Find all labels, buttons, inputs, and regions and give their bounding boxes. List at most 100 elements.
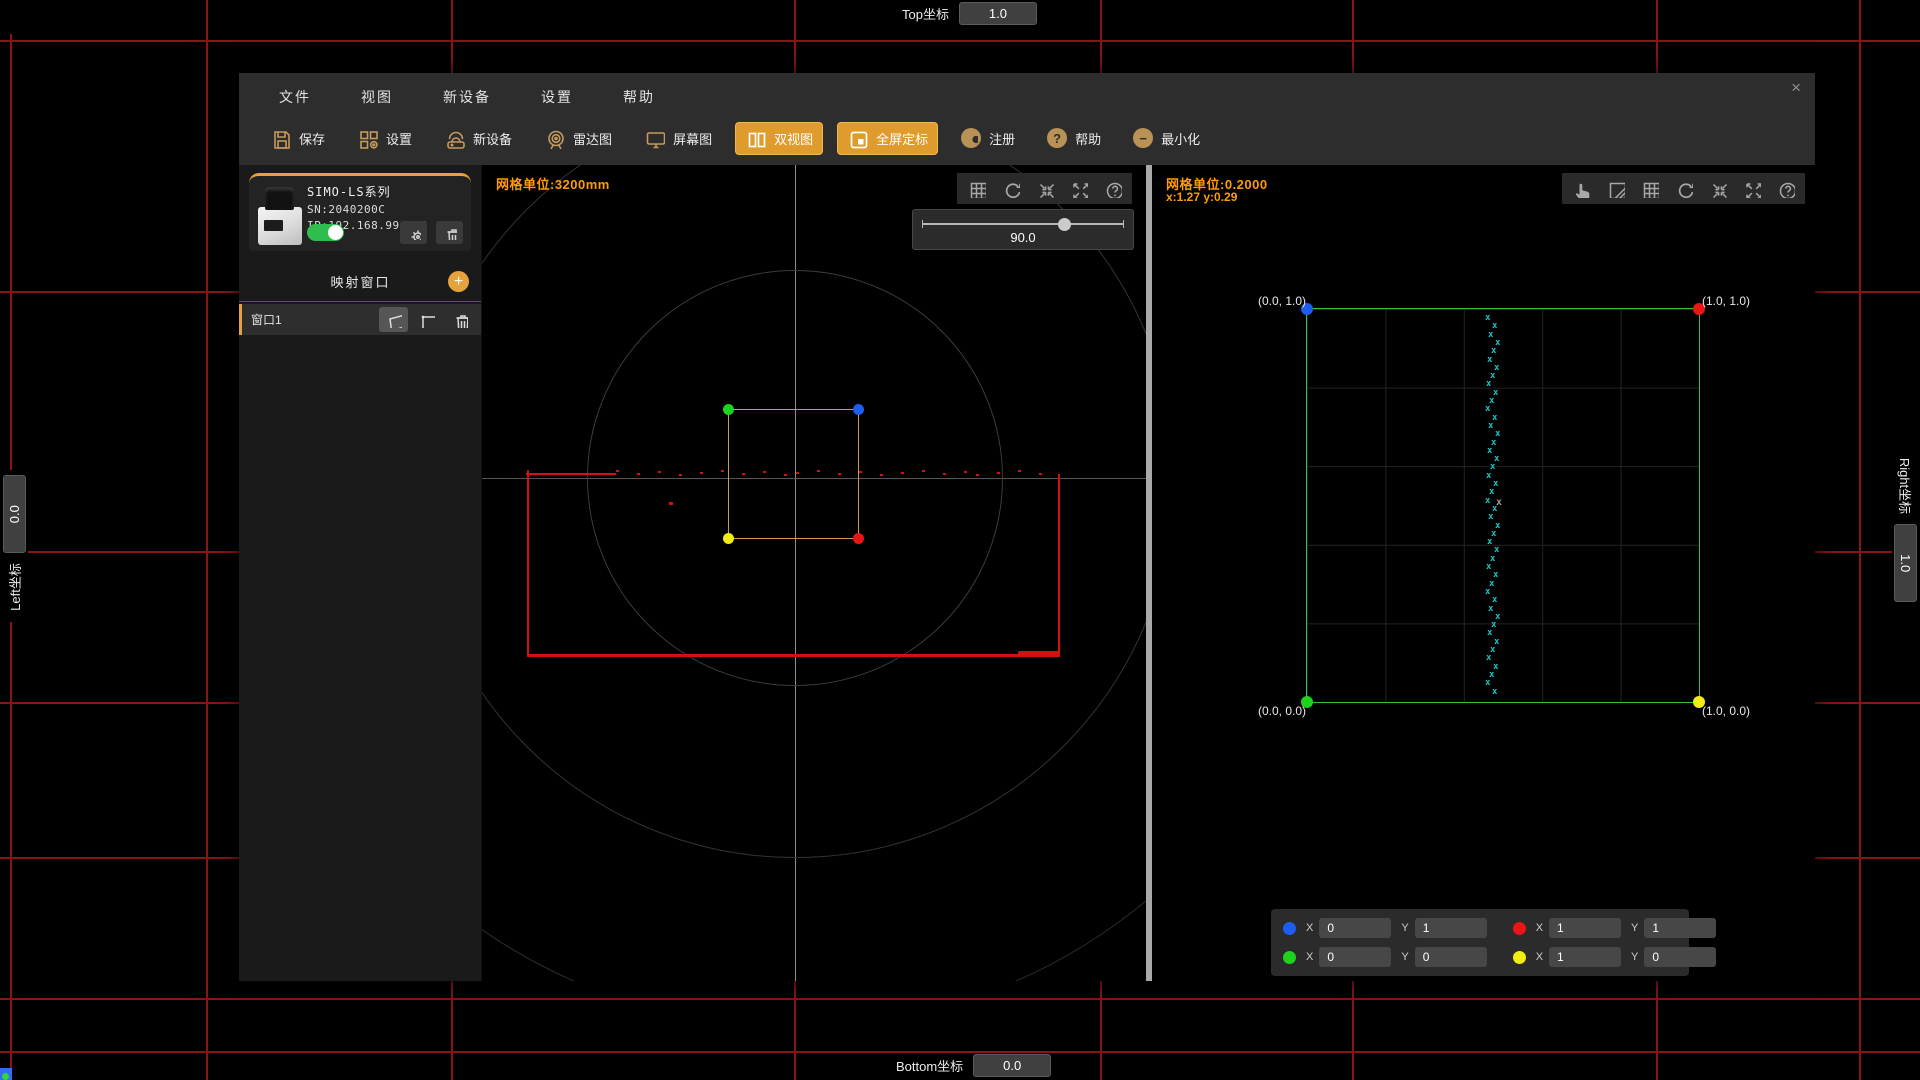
dual-view-button-label: 双视图 bbox=[774, 129, 813, 148]
red-x-input[interactable]: 1 bbox=[1549, 918, 1621, 938]
blue-x-input[interactable]: 0 bbox=[1319, 918, 1391, 938]
red-dot bbox=[1513, 922, 1526, 935]
quad-corner-blue[interactable] bbox=[853, 404, 864, 415]
zoom-in-button[interactable] bbox=[1030, 176, 1059, 201]
fullscreen-icon bbox=[847, 128, 868, 149]
left-coordinate-label: Left坐标 bbox=[5, 563, 24, 611]
fullscreen-calibration-button[interactable]: 全屏定标 bbox=[837, 122, 938, 155]
new-device-button[interactable]: 新设备 bbox=[435, 123, 521, 154]
green-y-input[interactable]: 0 bbox=[1415, 947, 1487, 967]
trash-icon bbox=[451, 311, 468, 328]
help-icon: ? bbox=[1047, 128, 1067, 148]
save-icon bbox=[270, 128, 291, 149]
radar-view[interactable]: 网格单位:3200mm 90.0 bbox=[481, 165, 1146, 981]
green-x-input[interactable]: 0 bbox=[1319, 947, 1391, 967]
menu-bar: 文件 视图 新设备 设置 帮助 bbox=[239, 73, 1815, 115]
radar-chart-button[interactable]: 雷达图 bbox=[535, 123, 621, 154]
center-reference-mark: x bbox=[1496, 497, 1502, 508]
calibration-quad[interactable] bbox=[728, 409, 859, 539]
grid-toggle-button[interactable] bbox=[962, 176, 991, 201]
fullscreen-calibration-button-label: 全屏定标 bbox=[876, 129, 928, 148]
map-view[interactable]: 网格单位:0.2000 x:1.27 y:0.29 (0.0, 1.0) (1.… bbox=[1152, 165, 1815, 981]
coord-row-yellow: X 1 Y 0 bbox=[1513, 947, 1717, 967]
coord-row-red: X 1 Y 1 bbox=[1513, 918, 1717, 938]
rotate-button[interactable] bbox=[996, 176, 1025, 201]
y-label: Y bbox=[1401, 922, 1408, 934]
register-button-label: 注册 bbox=[989, 129, 1015, 148]
zoom-out-button[interactable] bbox=[1064, 176, 1093, 201]
bottom-coordinate-label: Bottom坐标 bbox=[896, 1056, 963, 1075]
yellow-x-input[interactable]: 1 bbox=[1549, 947, 1621, 967]
delete-window-button[interactable] bbox=[445, 307, 474, 332]
right-coordinate-control: Right坐标 1.0 bbox=[1892, 457, 1920, 603]
quad-corner-yellow[interactable] bbox=[723, 533, 734, 544]
x-label: X bbox=[1536, 922, 1543, 934]
save-button-label: 保存 bbox=[299, 129, 325, 148]
rectangle-icon bbox=[418, 311, 435, 328]
register-button[interactable]: 注册 bbox=[952, 123, 1024, 153]
left-coordinate-input[interactable]: 0.0 bbox=[3, 475, 26, 553]
window-close-button[interactable]: × bbox=[1791, 79, 1801, 96]
view-help-button[interactable] bbox=[1098, 176, 1127, 201]
dual-view-button[interactable]: 双视图 bbox=[735, 122, 823, 155]
add-window-button[interactable]: + bbox=[448, 271, 469, 292]
save-button[interactable]: 保存 bbox=[261, 123, 334, 154]
grid-icon bbox=[967, 179, 986, 198]
minimize-icon: − bbox=[1133, 128, 1153, 148]
register-icon bbox=[961, 128, 981, 148]
mapping-window-item[interactable]: 窗口1 bbox=[239, 304, 481, 335]
mapping-windows-header: 映射窗口 + bbox=[239, 271, 481, 302]
top-coordinate-input[interactable]: 1.0 bbox=[959, 2, 1037, 25]
yellow-y-input[interactable]: 0 bbox=[1644, 947, 1716, 967]
help-button[interactable]: ? 帮助 bbox=[1038, 123, 1110, 153]
angle-slider-value: 90.0 bbox=[913, 230, 1133, 245]
trash-icon bbox=[442, 225, 457, 240]
x-label: X bbox=[1536, 951, 1543, 963]
mapping-windows-title: 映射窗口 bbox=[251, 272, 448, 291]
arrows-out-icon bbox=[1069, 179, 1088, 198]
quadrilateral-icon bbox=[385, 311, 402, 328]
x-label: X bbox=[1306, 922, 1313, 934]
red-y-input[interactable]: 1 bbox=[1644, 918, 1716, 938]
device-serial: SN:2040200C bbox=[307, 203, 463, 216]
menu-item-help[interactable]: 帮助 bbox=[623, 87, 655, 115]
menu-item-settings[interactable]: 设置 bbox=[541, 87, 573, 115]
quad-corner-red[interactable] bbox=[853, 533, 864, 544]
device-delete-button[interactable] bbox=[436, 221, 463, 244]
corner-coordinates-panel: X 0 Y 1 X 1 Y 1 X 0 Y 0 bbox=[1271, 909, 1689, 976]
quad-corner-green[interactable] bbox=[723, 404, 734, 415]
device-card[interactable]: SIMO-LS系列 SN:2040200C IP:192.168.99.101 bbox=[249, 173, 471, 251]
angle-slider-track[interactable] bbox=[922, 223, 1124, 225]
content-area: SIMO-LS系列 SN:2040200C IP:192.168.99.101 … bbox=[239, 165, 1815, 981]
right-coordinate-input[interactable]: 1.0 bbox=[1895, 524, 1918, 602]
rect-calibration-button[interactable] bbox=[412, 307, 441, 332]
menu-item-file[interactable]: 文件 bbox=[279, 87, 311, 115]
screen-chart-button[interactable]: 屏幕图 bbox=[635, 123, 721, 154]
menu-item-view[interactable]: 视图 bbox=[361, 87, 393, 115]
dual-view-icon bbox=[745, 128, 766, 149]
blue-y-input[interactable]: 1 bbox=[1415, 918, 1487, 938]
mapping-window-name: 窗口1 bbox=[251, 311, 375, 328]
device-settings-button[interactable] bbox=[400, 221, 427, 244]
mapped-scan-points: xxxxxxxxxxxxxxxxxxxxxxxxxxxxxxxxxxxxxxxx… bbox=[1152, 165, 1815, 981]
bottom-coordinate-input[interactable]: 0.0 bbox=[973, 1054, 1051, 1077]
settings-button-label: 设置 bbox=[386, 129, 412, 148]
settings-button[interactable]: 设置 bbox=[348, 123, 421, 154]
arrows-in-icon bbox=[1035, 179, 1054, 198]
device-toggle[interactable] bbox=[307, 224, 344, 241]
menu-item-new-device[interactable]: 新设备 bbox=[443, 87, 491, 115]
y-label: Y bbox=[1631, 951, 1638, 963]
x-label: X bbox=[1306, 951, 1313, 963]
top-coordinate-control: Top坐标 1.0 bbox=[902, 2, 1037, 25]
yellow-dot bbox=[1513, 951, 1526, 964]
radar-chart-button-label: 雷达图 bbox=[573, 129, 612, 148]
device-icon bbox=[444, 128, 465, 149]
coord-row-blue: X 0 Y 1 bbox=[1283, 918, 1487, 938]
radar-icon bbox=[544, 128, 565, 149]
question-icon bbox=[1103, 179, 1122, 198]
quad-calibration-button[interactable] bbox=[379, 307, 408, 332]
taskbar-indicator-dot bbox=[2, 1073, 9, 1080]
minimize-button[interactable]: − 最小化 bbox=[1124, 123, 1209, 153]
settings-icon bbox=[357, 128, 378, 149]
screen-chart-button-label: 屏幕图 bbox=[673, 129, 712, 148]
